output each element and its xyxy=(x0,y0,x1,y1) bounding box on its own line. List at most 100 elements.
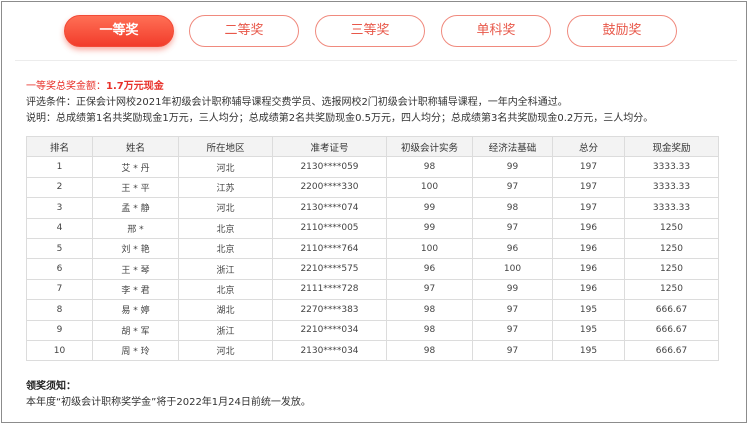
cell-region: 江苏 xyxy=(178,176,273,199)
cell-total-score: 195 xyxy=(552,339,625,362)
cell-total-score: 197 xyxy=(552,197,625,219)
cell-rank: 2 xyxy=(26,176,93,199)
cell-accounting-practice: 98 xyxy=(386,339,473,362)
cell-name: 胡 * 军 xyxy=(92,319,179,341)
cell-rank: 5 xyxy=(26,237,93,260)
cell-accounting-practice: 98 xyxy=(386,156,473,178)
cell-accounting-practice: 96 xyxy=(386,258,473,280)
cell-rank: 7 xyxy=(26,278,93,301)
cell-name: 王 * 琴 xyxy=(92,258,179,280)
cell-rank: 8 xyxy=(26,299,93,321)
cell-cash-reward: 1250 xyxy=(624,237,719,260)
tab-single-subject-prize[interactable]: 单科奖 xyxy=(441,15,551,47)
tab-encouragement-prize[interactable]: 鼓励奖 xyxy=(567,15,677,47)
cell-region: 湖北 xyxy=(178,299,273,321)
cell-economic-law: 96 xyxy=(472,237,553,260)
cell-accounting-practice: 99 xyxy=(386,217,473,239)
column-header-economic-law: 经济法基础 xyxy=(472,135,553,158)
cell-cash-reward: 3333.33 xyxy=(624,176,719,199)
cell-name: 邢 * xyxy=(92,217,179,239)
cell-cash-reward: 1250 xyxy=(624,258,719,280)
cell-rank: 10 xyxy=(26,339,93,362)
winners-table: 排名 姓名 所在地区 准考证号 初级会计实务 经济法基础 总分 现金奖励 1艾 * 丹河北 21… xyxy=(26,135,719,362)
tab-first-prize[interactable]: 一等奖 xyxy=(64,15,174,47)
cell-accounting-practice: 98 xyxy=(386,299,473,321)
table-row: 9胡 * 军浙江 2210****034 98 97 195 666.67 xyxy=(26,319,719,341)
cell-ticket-number: 2200****330 xyxy=(272,176,387,199)
cell-accounting-practice: 100 xyxy=(386,237,473,260)
column-header-region: 所在地区 xyxy=(178,135,273,158)
column-header-ticket-number: 准考证号 xyxy=(272,135,387,158)
cell-rank: 3 xyxy=(26,197,93,219)
cell-total-score: 196 xyxy=(552,278,625,301)
cell-accounting-practice: 100 xyxy=(386,176,473,199)
cell-accounting-practice: 98 xyxy=(386,319,473,341)
prize-total-label: 一等奖总奖金额： xyxy=(26,81,106,92)
cell-economic-law: 99 xyxy=(472,156,553,178)
cell-name: 李 * 君 xyxy=(92,278,179,301)
cell-total-score: 197 xyxy=(552,176,625,199)
cell-economic-law: 99 xyxy=(472,278,553,301)
cell-region: 北京 xyxy=(178,237,273,260)
cell-ticket-number: 2130****059 xyxy=(272,156,387,178)
table-row: 7李 * 君北京 2111****728 97 99 196 1250 xyxy=(26,278,719,301)
table-row: 4邢 * 北京 2110****005 99 97 196 1250 xyxy=(26,217,719,239)
column-header-rank: 排名 xyxy=(26,135,93,158)
cell-economic-law: 97 xyxy=(472,299,553,321)
cell-cash-reward: 1250 xyxy=(624,217,719,239)
cell-region: 浙江 xyxy=(178,319,273,341)
cell-ticket-number: 2110****005 xyxy=(272,217,387,239)
table-header-row: 排名 姓名 所在地区 准考证号 初级会计实务 经济法基础 总分 现金奖励 xyxy=(26,135,719,158)
tab-second-prize[interactable]: 二等奖 xyxy=(189,15,299,47)
cell-name: 易 * 婷 xyxy=(92,299,179,321)
cell-name: 孟 * 静 xyxy=(92,197,179,219)
collection-notice-text: 本年度“初级会计职称奖学金”将于2022年1月24日前统一发放。 xyxy=(26,397,311,408)
cell-economic-law: 100 xyxy=(472,258,553,280)
cell-cash-reward: 666.67 xyxy=(624,339,719,362)
cell-cash-reward: 666.67 xyxy=(624,299,719,321)
cell-cash-reward: 3333.33 xyxy=(624,156,719,178)
column-header-cash-reward: 现金奖励 xyxy=(624,135,719,158)
cell-accounting-practice: 97 xyxy=(386,278,473,301)
prize-total: 一等奖总奖金额：1.7万元现金 xyxy=(26,77,164,92)
cell-economic-law: 98 xyxy=(472,197,553,219)
cell-total-score: 196 xyxy=(552,217,625,239)
cell-ticket-number: 2210****034 xyxy=(272,319,387,341)
cell-region: 河北 xyxy=(178,339,273,362)
cell-name: 王 * 平 xyxy=(92,176,179,199)
cell-ticket-number: 2130****074 xyxy=(272,197,387,219)
table-body: 1艾 * 丹河北 2130****059 98 99 197 3333.33 2 王 * 平江… xyxy=(26,156,719,362)
table-row: 1艾 * 丹河北 2130****059 98 99 197 3333.33 xyxy=(26,156,719,178)
tab-third-prize[interactable]: 三等奖 xyxy=(315,15,425,47)
cell-total-score: 195 xyxy=(552,319,625,341)
cell-ticket-number: 2270****383 xyxy=(272,299,387,321)
cell-rank: 1 xyxy=(26,156,93,178)
table-row: 8易 * 婷湖北 2270****383 98 97 195 666.67 xyxy=(26,299,719,321)
cell-ticket-number: 2210****575 xyxy=(272,258,387,280)
cell-total-score: 195 xyxy=(552,299,625,321)
cell-ticket-number: 2110****764 xyxy=(272,237,387,260)
cell-total-score: 197 xyxy=(552,156,625,178)
cell-rank: 9 xyxy=(26,319,93,341)
prize-tabs: 一等奖 二等奖 三等奖 单科奖 鼓励奖 xyxy=(2,15,748,51)
cell-economic-law: 97 xyxy=(472,319,553,341)
cell-cash-reward: 3333.33 xyxy=(624,197,719,219)
cell-economic-law: 97 xyxy=(472,217,553,239)
cell-region: 河北 xyxy=(178,197,273,219)
cell-name: 艾 * 丹 xyxy=(92,156,179,178)
cell-ticket-number: 2130****034 xyxy=(272,339,387,362)
cell-total-score: 196 xyxy=(552,237,625,260)
cell-economic-law: 97 xyxy=(472,176,553,199)
column-header-total-score: 总分 xyxy=(552,135,625,158)
cell-cash-reward: 1250 xyxy=(624,278,719,301)
cell-region: 浙江 xyxy=(178,258,273,280)
column-header-name: 姓名 xyxy=(92,135,179,158)
page-frame: 一等奖 二等奖 三等奖 单科奖 鼓励奖 一等奖总奖金额：1.7万元现金 评选条件… xyxy=(1,1,747,423)
cell-region: 河北 xyxy=(178,156,273,178)
cell-name: 周 * 玲 xyxy=(92,339,179,362)
table-row: 6王 * 琴浙江 2210****575 96 100 196 1250 xyxy=(26,258,719,280)
table-row: 10 周 * 玲河北 2130****034 98 97 195 666.67 xyxy=(26,339,719,362)
table-row: 3孟 * 静河北 2130****074 99 98 197 3333.33 xyxy=(26,197,719,219)
cell-rank: 4 xyxy=(26,217,93,239)
cell-cash-reward: 666.67 xyxy=(624,319,719,341)
